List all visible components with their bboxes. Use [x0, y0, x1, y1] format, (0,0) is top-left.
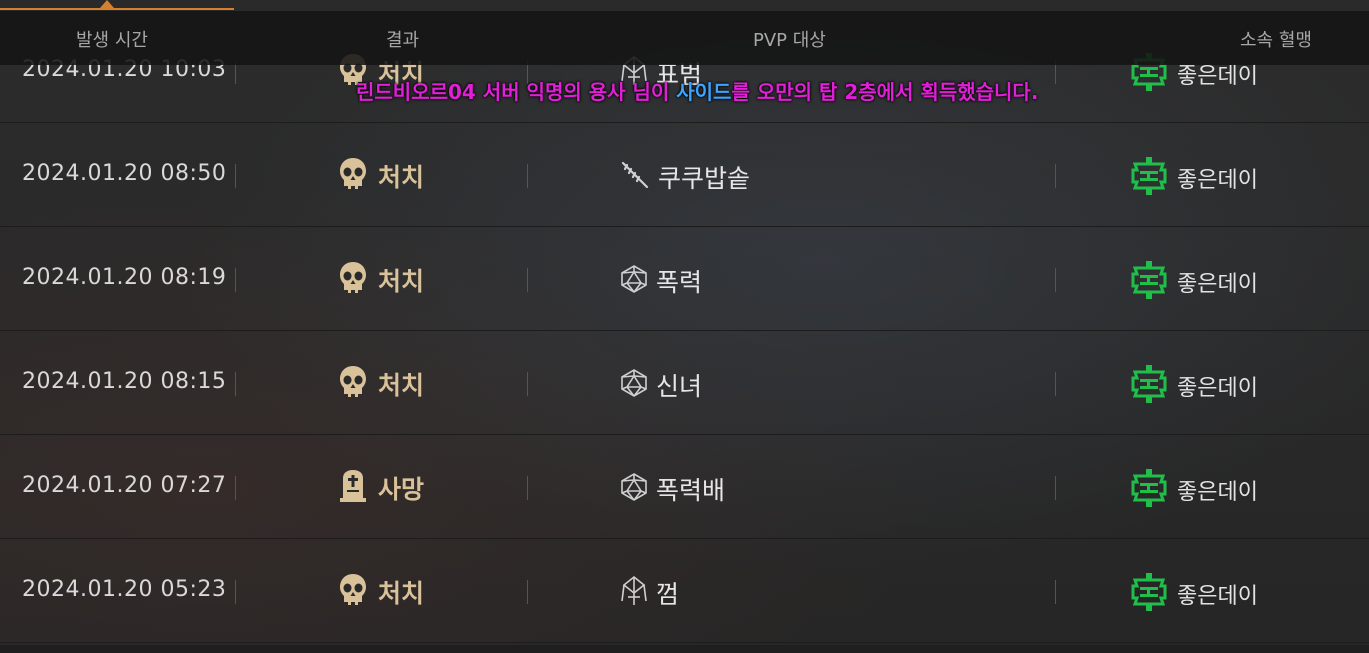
notice-suffix: 를 오만의 탑 2층에서 획득했습니다. [731, 80, 1039, 104]
skull-icon [338, 573, 378, 611]
target-name[interactable]: 쿠쿠밥솥 [658, 159, 750, 195]
column-divider [527, 268, 528, 292]
pvp-log-row[interactable]: 2024.01.20 08:50 처치 쿠쿠밥솥 좋은데이 [0, 123, 1369, 227]
column-divider [527, 372, 528, 396]
notice-prefix: 린드비오르04 서버 익명의 용사 님이 [356, 80, 677, 104]
target-name[interactable]: 껌 [656, 575, 679, 611]
column-divider [235, 476, 236, 500]
pvp-log-list: 2024.01.20 10:03 처치 표범 좋은데이 2024.01.20 08:50… [0, 19, 1369, 643]
event-time: 2024.01.20 05:23 [22, 577, 227, 602]
skull-icon [338, 157, 378, 195]
pvp-log-row[interactable]: 2024.01.20 05:23 처치 껌 좋은데이 [0, 539, 1369, 643]
clan-name[interactable]: 좋은데이 [1177, 474, 1258, 506]
polyhedron-icon [620, 264, 656, 298]
footer-bar [0, 645, 1369, 653]
result-cell: 처치 [338, 573, 424, 611]
column-divider [1055, 372, 1056, 396]
spear-icon [620, 160, 658, 194]
result-cell: 처치 [338, 261, 424, 299]
notice-item-name: 사이드 [676, 80, 732, 104]
result-label: 처치 [378, 371, 425, 400]
clan-emblem-icon [1129, 572, 1177, 616]
clan-cell: 좋은데이 [1129, 156, 1258, 200]
result-cell: 사망 [338, 469, 424, 507]
column-header-result[interactable]: 결과 [386, 26, 419, 52]
event-time: 2024.01.20 08:15 [22, 369, 227, 394]
target-name[interactable]: 폭력배 [656, 471, 725, 507]
column-divider [1055, 164, 1056, 188]
clan-name[interactable]: 좋은데이 [1177, 266, 1258, 298]
column-divider [1055, 268, 1056, 292]
clan-cell: 좋은데이 [1129, 364, 1258, 408]
clan-name[interactable]: 좋은데이 [1177, 162, 1258, 194]
column-divider [235, 268, 236, 292]
column-header-time[interactable]: 발생 시간 [76, 26, 148, 52]
clan-cell: 좋은데이 [1129, 468, 1258, 512]
result-cell: 처치 [338, 365, 424, 403]
skull-icon [338, 365, 378, 403]
clan-cell: 좋은데이 [1129, 260, 1258, 304]
target-name[interactable]: 신녀 [656, 367, 702, 403]
target-cell: 껌 [620, 575, 679, 611]
polyhedron-icon [620, 368, 656, 402]
target-cell: 신녀 [620, 367, 702, 403]
result-label: 처치 [378, 267, 425, 296]
clan-emblem-icon [1129, 156, 1177, 200]
polyhedron-icon [620, 472, 656, 506]
column-divider [527, 580, 528, 604]
system-notice: 린드비오르04 서버 익명의 용사 님이 사이드를 오만의 탑 2층에서 획득했… [356, 76, 1038, 105]
table-header: 발생 시간 결과 PVP 대상 소속 혈맹 [0, 11, 1369, 65]
clan-emblem-icon [1129, 364, 1177, 408]
column-divider [1055, 476, 1056, 500]
event-time: 2024.01.20 08:19 [22, 265, 227, 290]
top-tab-bar [0, 0, 1369, 11]
result-label: 처치 [378, 579, 425, 608]
column-divider [235, 164, 236, 188]
clan-cell: 좋은데이 [1129, 572, 1258, 616]
active-tab-marker-icon [100, 0, 114, 8]
target-cell: 폭력 [620, 263, 702, 299]
clan-emblem-icon [1129, 468, 1177, 512]
column-header-clan[interactable]: 소속 혈맹 [1240, 26, 1312, 52]
result-label: 사망 [378, 475, 425, 504]
pvp-log-row[interactable]: 2024.01.20 08:19 처치 폭력 좋은데이 [0, 227, 1369, 331]
target-name[interactable]: 폭력 [656, 263, 702, 299]
tombstone-icon [338, 469, 378, 507]
column-divider [527, 476, 528, 500]
clan-emblem-icon [1129, 260, 1177, 304]
target-cell: 폭력배 [620, 471, 725, 507]
result-cell: 처치 [338, 157, 424, 195]
clan-name[interactable]: 좋은데이 [1177, 370, 1258, 402]
column-divider [527, 164, 528, 188]
event-time: 2024.01.20 08:50 [22, 161, 227, 186]
column-header-target[interactable]: PVP 대상 [753, 26, 826, 52]
pvp-log-row[interactable]: 2024.01.20 07:27 사망 폭력배 좋은데이 [0, 435, 1369, 539]
rune-icon [620, 575, 656, 611]
target-cell: 쿠쿠밥솥 [620, 159, 750, 195]
column-divider [1055, 580, 1056, 604]
clan-name[interactable]: 좋은데이 [1177, 578, 1258, 610]
column-divider [235, 580, 236, 604]
event-time: 2024.01.20 07:27 [22, 473, 227, 498]
column-divider [235, 372, 236, 396]
pvp-log-row[interactable]: 2024.01.20 08:15 처치 신녀 좋은데이 [0, 331, 1369, 435]
result-label: 처치 [378, 163, 425, 192]
skull-icon [338, 261, 378, 299]
active-tab-indicator [0, 8, 234, 10]
